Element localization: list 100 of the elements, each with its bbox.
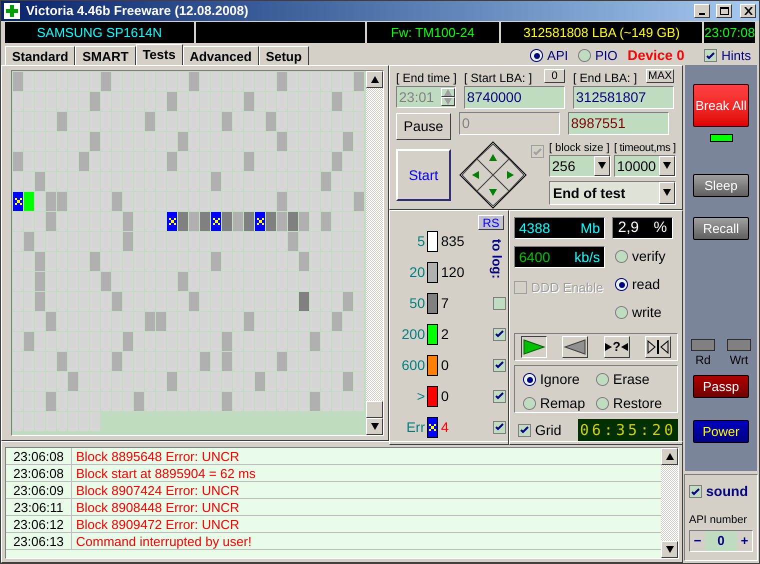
log-message: Block 8909472 Error: UNCR <box>75 516 240 532</box>
pause-button[interactable]: Pause <box>396 113 451 140</box>
api-number-label: API number <box>689 513 748 528</box>
log-message: Block 8907424 Error: UNCR <box>75 482 240 498</box>
arrow-icon <box>370 422 378 430</box>
timer-display: 06:35:20 <box>578 419 678 441</box>
log-scrollbar[interactable] <box>661 448 678 558</box>
log-checkbox[interactable] <box>493 358 506 372</box>
firmware-label: Fw: TM100-24 <box>366 22 499 43</box>
reset-counters-button[interactable]: RS <box>478 215 504 230</box>
start-button[interactable]: Start <box>396 149 451 201</box>
radio-button[interactable]: write <box>615 302 666 323</box>
scroll-down-button[interactable] <box>661 541 678 558</box>
read-label: Rd <box>695 352 711 369</box>
start-lba-field[interactable]: 8740000 <box>464 86 565 109</box>
checkmark-icon <box>533 148 542 156</box>
direction-pad[interactable] <box>459 141 527 209</box>
reset-button[interactable]: 0 <box>544 69 565 83</box>
size-display: 4388 Mb <box>514 217 605 239</box>
radio-button[interactable]: read <box>615 274 666 295</box>
checkbox[interactable]: Hints <box>704 46 751 66</box>
log-message: Command interrupted by user! <box>75 533 252 549</box>
scroll-thumb[interactable] <box>366 401 383 418</box>
capacity-label: 312581808 LBA (~149 GB) <box>500 22 702 43</box>
minimize-button[interactable] <box>694 4 710 18</box>
log-time: 23:06:08 <box>6 465 72 481</box>
log-time: 23:06:08 <box>6 448 72 464</box>
legend-threshold: 600 <box>400 356 425 374</box>
log-checkbox[interactable] <box>493 390 506 402</box>
legend-count: 2 <box>441 324 450 344</box>
checkmark-icon <box>495 423 504 431</box>
radio-button[interactable]: API <box>530 46 568 66</box>
scroll-up-button[interactable] <box>366 71 383 88</box>
max-button[interactable]: MAX <box>646 69 674 83</box>
scroll-down-button[interactable] <box>366 418 383 435</box>
seek-label: ? <box>612 338 621 356</box>
tab[interactable]: Tests <box>136 44 183 65</box>
close-button[interactable] <box>740 4 756 18</box>
radio-button[interactable]: verify <box>615 246 666 267</box>
sleep-button[interactable]: Sleep <box>693 174 749 197</box>
arrow-icon <box>370 76 378 84</box>
arrow-icon <box>598 162 606 170</box>
tab[interactable]: Advanced <box>182 46 259 65</box>
write-label: Wrt <box>730 352 748 369</box>
end-time-label: [ End time ] <box>396 70 456 85</box>
passport-button[interactable]: Passp <box>693 375 749 398</box>
checkbox[interactable]: sound <box>689 481 753 502</box>
log-time: 23:06:09 <box>6 482 72 498</box>
clock: 23:07:08 <box>704 22 755 43</box>
read-indicator <box>691 339 715 351</box>
recall-button[interactable]: Recall <box>693 217 749 240</box>
window-title: Victoria 4.46b Freeware (12.08.2008) <box>26 2 250 20</box>
radio-button[interactable]: PIO <box>578 46 618 66</box>
log-checkbox[interactable] <box>493 420 506 434</box>
percent-display: 2,9 % <box>612 217 673 239</box>
radio-button[interactable]: Remap <box>523 393 596 414</box>
device-label: Device 0 <box>628 46 684 65</box>
radio-button[interactable]: Restore <box>596 393 669 414</box>
legend-threshold: 50 <box>408 294 425 312</box>
tab[interactable]: Standard <box>5 46 76 65</box>
log-checkbox[interactable] <box>493 328 506 340</box>
break-all-button[interactable]: Break All <box>693 84 749 127</box>
maximize-button[interactable] <box>716 4 732 18</box>
radio-button[interactable]: Erase <box>596 369 669 390</box>
legend-count: 4 <box>441 418 450 436</box>
log-time: 23:06:13 <box>6 533 72 549</box>
scroll-up-button[interactable] <box>661 448 678 465</box>
checkmark-icon <box>495 361 504 369</box>
scrollbar[interactable] <box>366 71 383 435</box>
current-lba-field[interactable]: 8987551 <box>568 112 669 135</box>
reverse-icon <box>563 339 588 355</box>
legend-count: 120 <box>441 262 466 282</box>
maximize-icon <box>720 7 728 15</box>
to-log-label: to log: <box>488 239 506 279</box>
checkbox[interactable]: Grid <box>518 420 562 440</box>
end-action-select[interactable]: End of test <box>549 181 676 205</box>
radio-button[interactable]: Ignore <box>523 369 596 390</box>
legend-count: 0 <box>441 386 450 406</box>
arrow-icon <box>666 452 674 460</box>
transport-button[interactable]: ? <box>604 336 630 358</box>
log-time: 23:06:11 <box>6 499 72 515</box>
block-size-select[interactable]: 256 <box>549 155 611 177</box>
tab[interactable]: SMART <box>75 46 136 65</box>
log-message: Block 8895648 Error: UNCR <box>75 448 240 464</box>
legend-count: 7 <box>441 294 450 312</box>
legend-threshold: 5 <box>416 232 425 250</box>
log-checkbox[interactable] <box>493 296 506 310</box>
timeout-select[interactable]: 10000 <box>614 155 676 177</box>
arrow-icon <box>663 162 671 170</box>
end-lba-field[interactable]: 312581807 <box>573 86 674 109</box>
tab[interactable]: Setup <box>258 46 309 65</box>
transport-button[interactable] <box>521 336 547 358</box>
play-icon <box>522 339 546 355</box>
error-mark-icon <box>14 198 22 205</box>
power-button[interactable]: Power <box>693 420 749 443</box>
error-mark-icon <box>429 424 436 430</box>
end-lba-label: [ End LBA: ] <box>573 70 638 85</box>
legend-threshold: 200 <box>400 324 425 344</box>
checkmark-icon <box>520 426 529 434</box>
legend-threshold: > <box>416 386 425 406</box>
